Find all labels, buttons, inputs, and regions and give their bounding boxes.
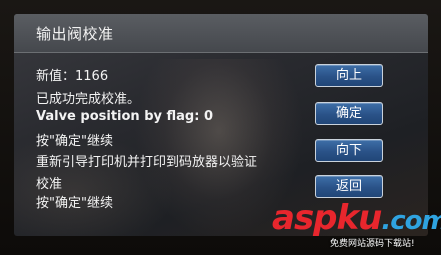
- up-button[interactable]: 向上: [315, 64, 383, 87]
- new-value-text: 新值：1166: [36, 69, 109, 84]
- reboot-instruction-text-cont: 校准: [36, 177, 63, 192]
- press-ok-instruction: 按"确定"继续: [36, 134, 113, 149]
- calibration-success-text: 已成功完成校准。: [36, 92, 141, 107]
- ok-button[interactable]: 确定: [315, 102, 383, 125]
- page-title: 输出阀校准: [36, 25, 114, 43]
- watermark-brand: aspku: [272, 198, 382, 238]
- back-button[interactable]: 返回: [315, 175, 383, 198]
- watermark-logo: aspku.com 免费网站源码下载站!: [272, 198, 441, 250]
- valve-position-text: Valve position by flag: 0: [36, 109, 213, 124]
- reboot-instruction-text: 重新引导打印机并打印到码放器以验证: [36, 155, 258, 170]
- title-bar: 输出阀校准: [14, 14, 428, 53]
- press-ok-instruction-2: 按"确定"继续: [36, 196, 113, 211]
- watermark-tld: .com: [381, 206, 441, 236]
- down-button[interactable]: 向下: [315, 139, 383, 162]
- watermark-tagline: 免费网站源码下载站!: [330, 239, 415, 249]
